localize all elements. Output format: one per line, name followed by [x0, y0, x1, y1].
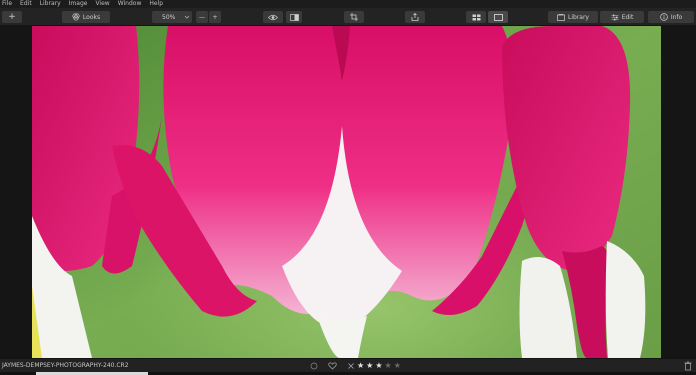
image-canvas[interactable]: [0, 26, 696, 358]
filename-label: JAYMES-DEMPSEY-PHOTOGRAPHY-240.CR2: [2, 362, 129, 369]
split-view-icon: [289, 13, 299, 21]
single-view-button[interactable]: [488, 11, 508, 23]
rating-control: ★ ★ ★ ★ ★: [310, 360, 401, 372]
star-icon[interactable]: ★: [385, 360, 392, 372]
top-toolbar: + Looks 50% — + Library Edit Info: [0, 8, 696, 26]
menu-view[interactable]: View: [95, 0, 109, 8]
edit-label: Edit: [621, 13, 634, 21]
star-icon[interactable]: ★: [375, 360, 382, 372]
reject-icon[interactable]: [347, 362, 355, 370]
library-icon: [557, 13, 565, 21]
compare-button[interactable]: [286, 11, 302, 23]
zoom-in-button[interactable]: +: [209, 11, 221, 23]
edit-button[interactable]: Edit: [600, 11, 644, 23]
grid-icon: [472, 14, 480, 20]
looks-label: Looks: [82, 13, 101, 21]
zoom-out-label: —: [199, 13, 205, 21]
star-icon[interactable]: ★: [394, 360, 401, 372]
trash-icon[interactable]: [684, 361, 692, 371]
info-icon: [660, 13, 668, 21]
crop-button[interactable]: [344, 11, 364, 23]
star-icon[interactable]: ★: [366, 360, 373, 372]
crop-icon: [350, 13, 358, 21]
menu-library[interactable]: Library: [40, 0, 61, 8]
menu-edit[interactable]: Edit: [20, 0, 32, 8]
zoom-select[interactable]: 50%: [152, 11, 192, 23]
share-icon: [411, 13, 419, 21]
status-bar: JAYMES-DEMPSEY-PHOTOGRAPHY-240.CR2 ★ ★ ★…: [0, 358, 696, 372]
looks-icon: [72, 13, 80, 21]
menu-image[interactable]: Image: [69, 0, 88, 8]
color-label-icon[interactable]: [310, 362, 318, 370]
info-button[interactable]: Info: [648, 11, 694, 23]
library-label: Library: [568, 13, 589, 21]
photo-bleeding-heart-flowers: [32, 26, 661, 358]
menu-help[interactable]: Help: [149, 0, 163, 8]
sliders-icon: [611, 14, 619, 20]
share-button[interactable]: [405, 11, 425, 23]
menu-bar: File Edit Library Image View Window Help: [0, 0, 696, 8]
star-icon[interactable]: ★: [357, 360, 364, 372]
zoom-out-button[interactable]: —: [196, 11, 208, 23]
looks-button[interactable]: Looks: [62, 11, 110, 23]
menu-file[interactable]: File: [2, 0, 12, 8]
single-image-icon: [493, 13, 503, 21]
zoom-value: 50%: [162, 13, 176, 21]
gallery-view-button[interactable]: [466, 11, 486, 23]
library-button[interactable]: Library: [548, 11, 598, 23]
info-label: Info: [670, 13, 683, 21]
add-button[interactable]: +: [2, 11, 22, 23]
chevron-down-icon: [184, 15, 190, 19]
zoom-in-label: +: [212, 13, 218, 21]
menu-window[interactable]: Window: [118, 0, 142, 8]
heart-icon[interactable]: [328, 362, 337, 370]
add-button-label: +: [8, 12, 16, 22]
eye-icon: [268, 14, 278, 20]
preview-toggle-button[interactable]: [263, 11, 283, 23]
